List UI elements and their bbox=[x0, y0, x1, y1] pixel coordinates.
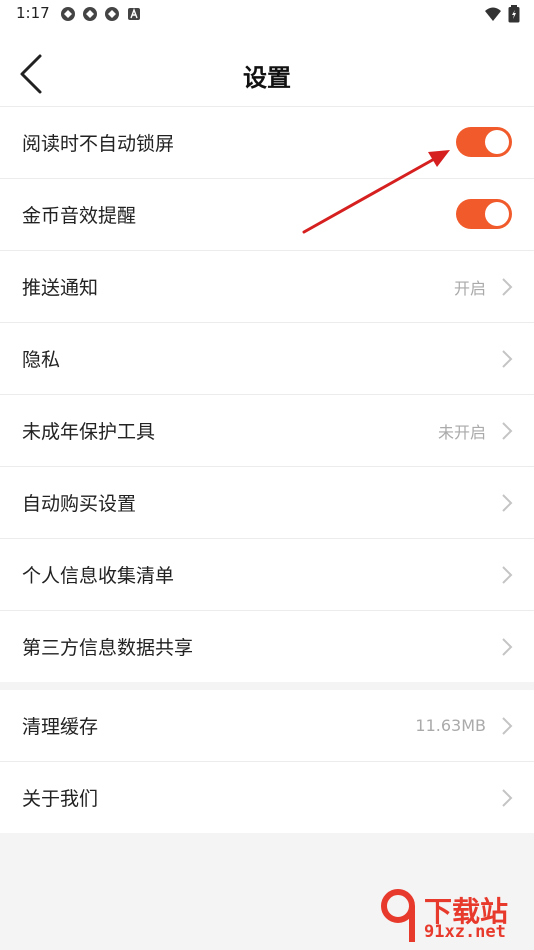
setting-row-third-party-sharing[interactable]: 第三方信息数据共享 bbox=[0, 611, 534, 682]
setting-row-push-notification[interactable]: 推送通知 开启 bbox=[0, 251, 534, 323]
chevron-right-icon bbox=[502, 717, 513, 735]
status-right-icons bbox=[484, 5, 520, 23]
settings-group-main: 阅读时不自动锁屏 金币音效提醒 推送通知 开启 隐私 未成年保护工具 未开启 自… bbox=[0, 107, 534, 682]
no-auto-lock-toggle[interactable] bbox=[456, 127, 512, 157]
cache-size-value: 11.63MB bbox=[415, 716, 486, 735]
app-notification-icon bbox=[83, 7, 97, 21]
setting-value: 开启 bbox=[453, 278, 486, 298]
setting-row-minor-protection[interactable]: 未成年保护工具 未开启 bbox=[0, 395, 534, 467]
setting-label: 未成年保护工具 bbox=[22, 421, 156, 443]
app-notification-icon bbox=[61, 7, 75, 21]
setting-label: 金币音效提醒 bbox=[22, 205, 137, 227]
setting-row-clear-cache[interactable]: 清理缓存 11.63MB bbox=[0, 690, 534, 762]
setting-label: 阅读时不自动锁屏 bbox=[22, 133, 175, 155]
setting-label: 隐私 bbox=[22, 349, 61, 371]
app-notification-icon bbox=[105, 7, 119, 21]
setting-row-no-auto-lock: 阅读时不自动锁屏 bbox=[0, 107, 534, 179]
setting-row-personal-info-list[interactable]: 个人信息收集清单 bbox=[0, 539, 534, 611]
setting-label: 第三方信息数据共享 bbox=[22, 637, 194, 659]
setting-row-about-us[interactable]: 关于我们 bbox=[0, 762, 534, 833]
chevron-right-icon bbox=[502, 350, 513, 368]
status-bar: 1:17 bbox=[0, 0, 534, 28]
watermark: 下载站 91xz.net bbox=[378, 886, 528, 946]
chevron-right-icon bbox=[502, 789, 513, 807]
setting-label: 关于我们 bbox=[22, 788, 99, 810]
setting-label: 自动购买设置 bbox=[22, 493, 137, 515]
chevron-right-icon bbox=[502, 278, 513, 296]
setting-label: 清理缓存 bbox=[22, 716, 99, 738]
wifi-icon bbox=[485, 7, 501, 21]
setting-row-auto-purchase[interactable]: 自动购买设置 bbox=[0, 467, 534, 539]
status-time: 1:17 bbox=[16, 4, 50, 22]
battery-icon bbox=[508, 5, 520, 23]
watermark-url: 91xz.net bbox=[424, 922, 506, 942]
watermark-logo-icon bbox=[381, 889, 415, 942]
header: 设置 bbox=[0, 28, 534, 107]
toggle-knob bbox=[485, 202, 509, 226]
settings-group-other: 清理缓存 11.63MB 关于我们 bbox=[0, 690, 534, 833]
chevron-right-icon bbox=[502, 422, 513, 440]
a-icon bbox=[128, 8, 140, 20]
chevron-right-icon bbox=[502, 566, 513, 584]
toggle-knob bbox=[485, 130, 509, 154]
coin-sound-toggle[interactable] bbox=[456, 199, 512, 229]
page-title: 设置 bbox=[243, 64, 291, 92]
chevron-right-icon bbox=[502, 494, 513, 512]
setting-label: 个人信息收集清单 bbox=[22, 565, 175, 587]
setting-row-privacy[interactable]: 隐私 bbox=[0, 323, 534, 395]
setting-row-coin-sound: 金币音效提醒 bbox=[0, 179, 534, 251]
chevron-right-icon bbox=[502, 638, 513, 656]
setting-value: 未开启 bbox=[437, 422, 486, 442]
status-notification-icons bbox=[60, 6, 142, 22]
setting-label: 推送通知 bbox=[22, 277, 99, 299]
